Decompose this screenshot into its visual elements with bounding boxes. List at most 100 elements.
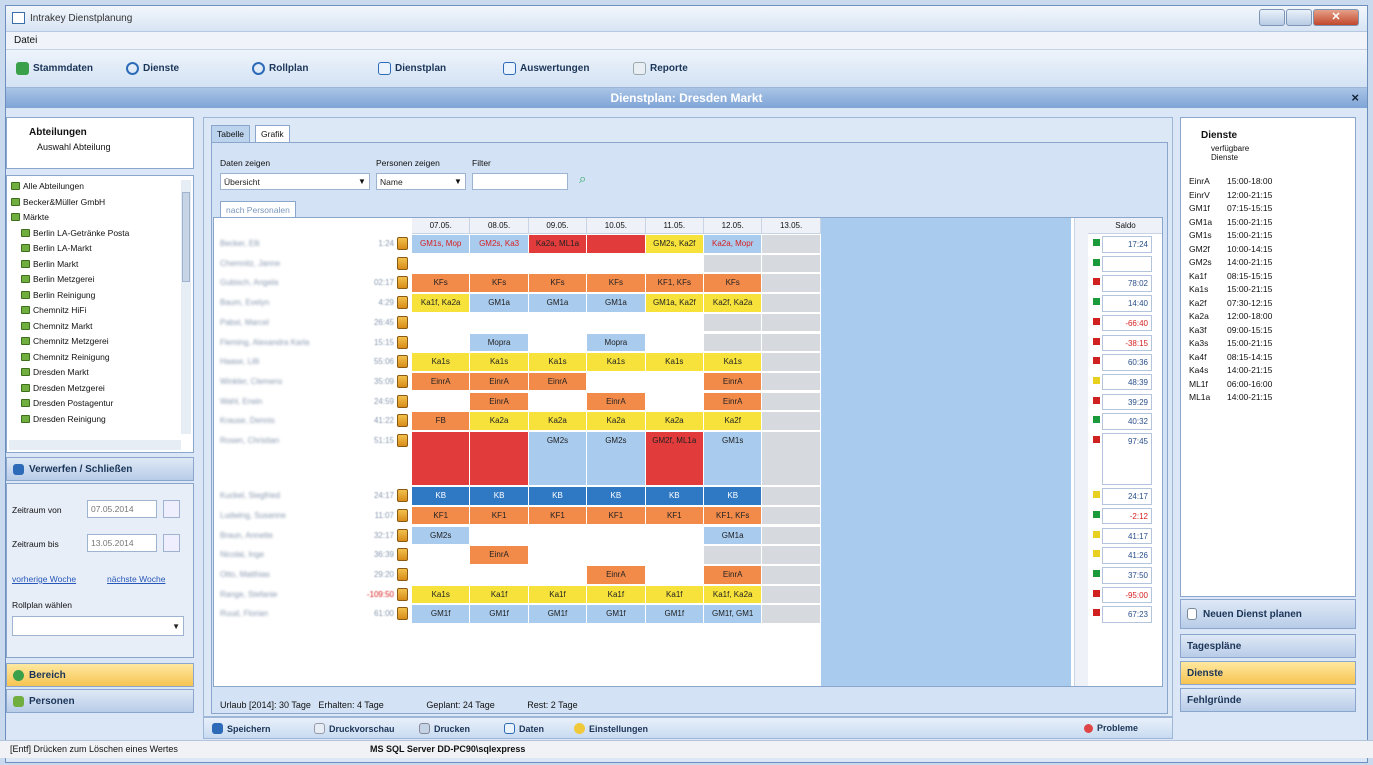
schedule-cell[interactable]: EinrA [704,392,763,412]
schedule-cell[interactable]: KF1 [412,506,471,526]
schedule-cell[interactable]: KF1 [528,506,588,526]
tree-item[interactable]: Chemnitz Reinigung [21,351,110,363]
service-item[interactable]: Ka2a 12:00-18:00 [1189,311,1272,321]
service-item[interactable]: EinrV 12:00-21:15 [1189,190,1272,200]
schedule-cell[interactable]: KFs [470,274,529,293]
schedule-cell[interactable] [470,254,529,274]
schedule-cell[interactable]: Ka2a, Mopr [704,235,763,254]
schedule-cell[interactable] [587,254,646,274]
zeitraum-von-field[interactable]: 07.05.2014 [87,500,157,518]
schedule-cell[interactable] [704,546,763,565]
schedule-cell[interactable]: Ka1f, Ka2a [412,294,471,313]
maximize-button[interactable] [1286,9,1312,26]
schedule-cell[interactable]: Ka1f [470,585,529,605]
schedule-cell[interactable]: GM2s [528,432,588,486]
schedule-cell[interactable]: GM2s, Ka3 [470,235,529,254]
service-item[interactable]: Ka3f 09:00-15:15 [1189,325,1272,335]
menu-datei[interactable]: Datei [14,35,37,46]
schedule-cell[interactable]: GM1s, Mop [412,235,471,254]
tree-item[interactable]: Dresden Postagentur [21,397,113,409]
schedule-cell[interactable]: GM1a [470,294,529,313]
schedule-cell[interactable] [587,372,646,392]
tree-hscrollbar[interactable] [9,440,181,450]
tab-tabelle[interactable]: Tabelle [211,125,250,142]
schedule-cell[interactable] [528,392,588,412]
schedule-cell[interactable]: KB [470,487,529,506]
tree-scrollbar[interactable] [181,180,191,434]
service-item[interactable]: Ka1f 08:15-15:15 [1189,271,1272,281]
schedule-cell[interactable]: GM1f [412,605,471,624]
service-item[interactable]: Ka4f 08:15-14:15 [1189,352,1272,362]
person-avatar-icon[interactable] [397,528,408,542]
schedule-cell[interactable]: FB [412,412,471,431]
zeitraum-bis-field[interactable]: 13.05.2014 [87,534,157,552]
schedule-cell[interactable]: EinrA [704,372,763,392]
schedule-cell[interactable]: Mopra [587,333,646,352]
schedule-cell[interactable] [528,546,588,565]
schedule-cell[interactable]: Ka1f [587,585,646,605]
schedule-cell[interactable] [587,235,646,254]
schedule-cell[interactable] [645,372,704,392]
schedule-cell[interactable] [762,294,821,313]
verwerfen-button[interactable]: Verwerfen / Schließen [6,457,194,481]
tree-item[interactable]: Berlin Metzgerei [21,273,94,285]
schedule-cell[interactable] [645,333,704,352]
person-avatar-icon[interactable] [397,296,408,310]
filter-input[interactable] [472,173,568,190]
schedule-cell[interactable]: GM1f [528,605,588,624]
druckvorschau-button[interactable]: Druckvorschau [314,723,395,734]
schedule-cell[interactable]: GM1f [470,605,529,624]
probleme-button[interactable]: Probleme [1084,723,1138,733]
schedule-cell[interactable] [470,566,529,585]
schedule-cell[interactable]: GM2s, Ka2f [645,235,704,254]
personen-select[interactable]: Name [376,173,466,190]
schedule-cell[interactable]: GM1f [587,605,646,624]
dienstplan-button[interactable]: Dienstplan [378,62,446,75]
schedule-cell[interactable]: KFs [528,274,588,293]
schedule-cell[interactable]: GM2s [587,432,646,486]
tagesplaene-button[interactable]: Tagespläne [1180,634,1356,658]
service-item[interactable]: EinrA 15:00-18:00 [1189,176,1272,186]
schedule-cell[interactable]: Ka1s [412,585,471,605]
schedule-cell[interactable]: Ka1f [528,585,588,605]
schedule-cell[interactable] [645,566,704,585]
calendar-picker-icon[interactable] [163,500,180,518]
schedule-cell[interactable] [762,412,821,431]
schedule-cell[interactable] [704,333,763,352]
schedule-cell[interactable] [762,506,821,526]
service-item[interactable]: GM2s 14:00-21:15 [1189,257,1272,267]
schedule-cell[interactable]: KB [704,487,763,506]
schedule-cell[interactable] [645,313,704,333]
tree-item[interactable]: Dresden Metzgerei [21,382,105,394]
schedule-cell[interactable]: KF1, KFs [645,274,704,293]
schedule-cell[interactable]: KB [528,487,588,506]
tree-item[interactable]: Chemnitz Metzgerei [21,335,109,347]
schedule-cell[interactable]: Ka2a, ML1a [528,235,588,254]
schedule-cell[interactable]: KF1 [470,506,529,526]
schedule-cell[interactable]: EinrA [587,392,646,412]
schedule-cell[interactable] [762,432,821,486]
schedule-cell[interactable] [412,254,471,274]
rollplan-select[interactable]: ▼ [12,616,184,636]
person-avatar-icon[interactable] [397,355,408,369]
schedule-cell[interactable]: KB [412,487,471,506]
schedule-cell[interactable]: GM1a, Ka2f [645,294,704,313]
person-avatar-icon[interactable] [397,394,408,408]
schedule-cell[interactable] [528,313,588,333]
rollplan-button[interactable]: Rollplan [252,62,308,75]
tree-item[interactable]: Märkte [11,211,49,223]
service-item[interactable]: GM1s 15:00-21:15 [1189,230,1272,240]
schedule-cell[interactable] [470,526,529,546]
schedule-cell[interactable] [528,526,588,546]
service-item[interactable]: ML1f 06:00-16:00 [1189,379,1272,389]
personen-button[interactable]: Personen [6,689,194,713]
tree-item[interactable]: Chemnitz Markt [21,320,93,332]
schedule-cell[interactable]: EinrA [470,372,529,392]
schedule-cell[interactable] [762,526,821,546]
tree-item[interactable]: Berlin Markt [21,258,78,270]
service-item[interactable]: Ka3s 15:00-21:15 [1189,338,1272,348]
person-avatar-icon[interactable] [397,414,408,428]
calendar-picker-icon[interactable] [163,534,180,552]
tab-grafik[interactable]: Grafik [255,125,290,142]
person-avatar-icon[interactable] [397,434,408,447]
